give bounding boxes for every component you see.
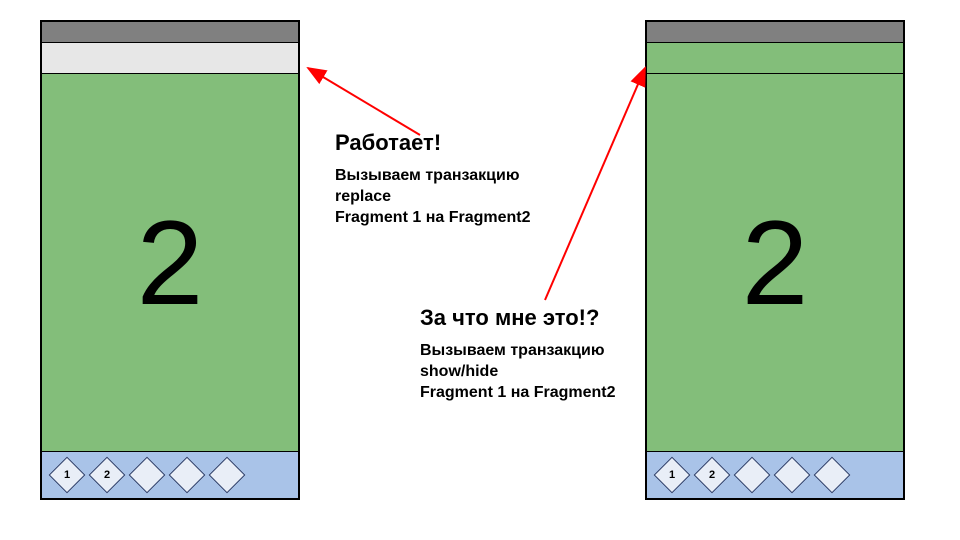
nav-item-4[interactable] xyxy=(774,457,811,494)
bottom-nav: 1 2 xyxy=(42,451,298,498)
status-bar xyxy=(647,22,903,42)
nav-item-2[interactable]: 2 xyxy=(694,457,731,494)
bottom-nav: 1 2 xyxy=(647,451,903,498)
title-bar xyxy=(647,42,903,73)
annotation-heading: За что мне это!? xyxy=(420,305,680,331)
phone-frame-left: 2 1 2 xyxy=(40,20,300,500)
annotation-heading: Работает! xyxy=(335,130,595,156)
fragment-number: 2 xyxy=(742,194,809,332)
nav-item-4[interactable] xyxy=(169,457,206,494)
status-bar xyxy=(42,22,298,42)
nav-item-1[interactable]: 1 xyxy=(49,457,86,494)
fragment-number: 2 xyxy=(137,194,204,332)
arrow-replace-icon xyxy=(308,68,420,135)
nav-item-5[interactable] xyxy=(209,457,246,494)
nav-item-5[interactable] xyxy=(814,457,851,494)
annotation-body: Вызываем транзакцию replace Fragment 1 н… xyxy=(335,166,595,228)
annotation-showhide: За что мне это!? Вызываем транзакцию sho… xyxy=(420,305,680,403)
nav-item-1[interactable]: 1 xyxy=(654,457,691,494)
nav-item-2[interactable]: 2 xyxy=(89,457,126,494)
fragment-content: 2 xyxy=(42,73,298,451)
nav-item-3[interactable] xyxy=(734,457,771,494)
fragment-content: 2 xyxy=(647,73,903,451)
nav-item-3[interactable] xyxy=(129,457,166,494)
title-bar xyxy=(42,42,298,73)
phone-frame-right: 2 1 2 xyxy=(645,20,905,500)
annotation-replace: Работает! Вызываем транзакцию replace Fr… xyxy=(335,130,595,228)
annotation-body: Вызываем транзакцию show/hide Fragment 1… xyxy=(420,341,680,403)
